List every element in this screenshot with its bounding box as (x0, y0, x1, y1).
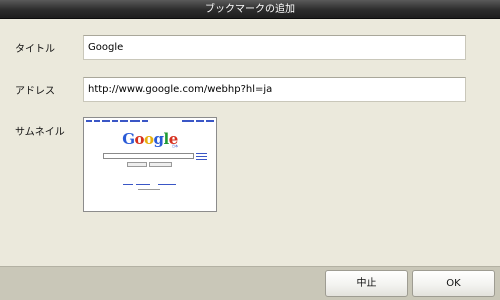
ok-button[interactable]: OK (412, 270, 495, 297)
thumbnail-preview: Google 日本 (83, 117, 217, 212)
logo-letter: G (122, 130, 135, 148)
dialog-title: ブックマークの追加 (205, 4, 295, 15)
thumbnail-side-links (196, 153, 207, 162)
thumbnail-search-button (127, 162, 147, 167)
logo-letter: g (153, 130, 165, 148)
cancel-button[interactable]: 中止 (325, 270, 408, 297)
thumbnail-lucky-button (149, 162, 172, 167)
logo-letter: o (144, 130, 154, 148)
dialog-content: タイトル Google アドレス http://www.google.com/w… (0, 20, 500, 266)
thumbnail-link (123, 184, 133, 185)
google-logo: Google (84, 131, 216, 147)
title-field[interactable]: Google (83, 35, 466, 60)
google-logo-sub: 日本 (172, 144, 179, 148)
thumbnail-footer-text (138, 189, 160, 190)
thumbnail-link (158, 184, 176, 185)
thumbnail-top-links (86, 120, 214, 123)
address-field[interactable]: http://www.google.com/webhp?hl=ja (83, 77, 466, 102)
thumbnail-label: サムネイル (15, 127, 65, 138)
title-label: タイトル (15, 44, 55, 55)
dialog-titlebar: ブックマークの追加 (0, 0, 500, 19)
thumbnail-search-box (103, 153, 194, 159)
logo-letter: o (134, 130, 145, 148)
thumbnail-link (136, 184, 150, 185)
address-label: アドレス (15, 86, 55, 97)
